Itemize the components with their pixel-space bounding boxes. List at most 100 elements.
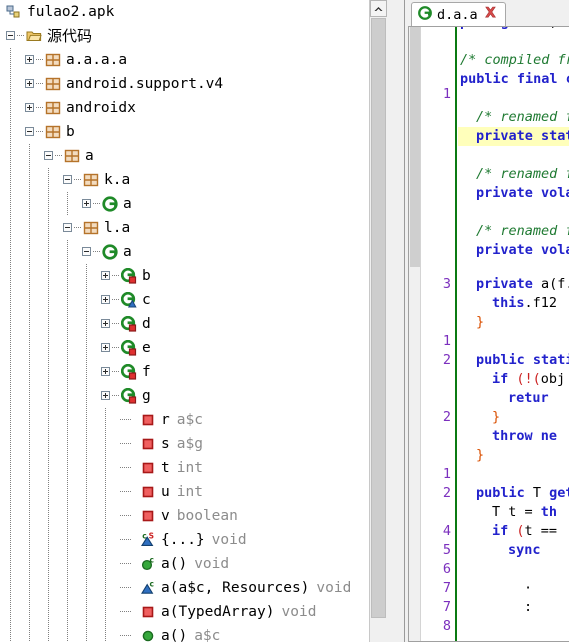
tree-expand-button[interactable]	[25, 55, 34, 64]
tree-guide-line	[29, 408, 30, 432]
code-line: throw ne	[458, 427, 557, 446]
tree-row[interactable]: c a() void	[0, 552, 386, 576]
tree-guide-line	[29, 360, 30, 384]
class-icon	[418, 5, 432, 24]
tree-expand-button[interactable]	[82, 199, 91, 208]
editor-left-scrollbar[interactable]	[409, 27, 421, 641]
left-gutter	[386, 0, 404, 642]
tree-expand-button[interactable]	[25, 103, 34, 112]
tree-collapse-button[interactable]	[25, 127, 34, 136]
tree-row[interactable]: f	[0, 360, 386, 384]
class-icon	[102, 196, 118, 212]
tree-item-label: v boolean	[161, 504, 238, 528]
tree-collapse-button[interactable]	[44, 151, 53, 160]
tree-row[interactable]: c	[0, 288, 386, 312]
tree-row[interactable]: androidx	[0, 96, 386, 120]
tree-guide-line	[48, 216, 49, 240]
tree-row[interactable]: c a(a$c, Resources) void	[0, 576, 386, 600]
tree-item-label: f	[142, 360, 151, 384]
tree-guide-line	[10, 168, 11, 192]
tree-guide-line	[105, 528, 106, 552]
code-line: /* renamed fr	[458, 165, 569, 184]
tree-row[interactable]: a	[0, 240, 386, 264]
close-icon[interactable]	[483, 5, 498, 24]
tree-guide-line	[29, 528, 30, 552]
tree-guide-line	[67, 312, 68, 336]
method-private-icon	[140, 604, 156, 620]
line-number: 2	[442, 409, 451, 425]
tree-row[interactable]: a.a.a.a	[0, 48, 386, 72]
tree-guide-line	[10, 600, 11, 624]
tree-expand-button[interactable]	[101, 367, 110, 376]
tree-guide-line	[10, 336, 11, 360]
tree-row[interactable]: t int	[0, 456, 386, 480]
line-number: 1	[442, 333, 451, 349]
field-private-icon	[142, 438, 154, 450]
tree-expand-button[interactable]	[101, 343, 110, 352]
tree-row[interactable]: android.support.v4	[0, 72, 386, 96]
tree-row[interactable]: r a$c	[0, 408, 386, 432]
tree-row[interactable]: b	[0, 264, 386, 288]
tree-item-label: d	[142, 312, 151, 336]
tree-row[interactable]: b	[0, 120, 386, 144]
tree-connector	[112, 299, 120, 300]
tree-guide-line	[10, 432, 11, 456]
tree-guide-line	[86, 312, 87, 336]
chevron-up-icon	[374, 6, 383, 11]
tree-item-label: u int	[161, 480, 203, 504]
tree-item-name: a()	[161, 556, 188, 572]
class-icon	[102, 196, 118, 212]
tree-vertical-scrollbar[interactable]	[369, 0, 387, 642]
code-token: private stati	[476, 128, 569, 144]
tree-item-label: {...} void	[161, 528, 247, 552]
tree-row[interactable]: a	[0, 192, 386, 216]
tree-connector	[112, 371, 120, 372]
tree-guide-line	[86, 288, 87, 312]
tree-item-label: 源代码	[47, 24, 92, 49]
tree-row[interactable]: a(TypedArray) void	[0, 600, 386, 624]
tree-row[interactable]: k.a	[0, 168, 386, 192]
tree-item-type: a$g	[176, 436, 203, 452]
editor-tab-d-a-a[interactable]: d.a.a	[411, 2, 506, 26]
tree-item-name: a.a.a.a	[66, 52, 128, 68]
editor-scrollbar-thumb[interactable]	[410, 27, 420, 267]
tree-row[interactable]: c S {...} void	[0, 528, 386, 552]
tree-guide-line	[10, 48, 11, 72]
code-line: sync	[458, 541, 541, 560]
tree-guide-line	[86, 576, 87, 600]
tree-row[interactable]: a() a$c	[0, 624, 386, 642]
tree-guide-line	[86, 264, 87, 288]
tree-expand-button[interactable]	[101, 271, 110, 280]
tree-collapse-button[interactable]	[82, 247, 91, 256]
tree-guide-line	[67, 576, 68, 600]
tree-connector	[36, 83, 44, 84]
tree-expand-button[interactable]	[101, 319, 110, 328]
tree-expand-button[interactable]	[101, 391, 110, 400]
code-text-area[interactable]: package d.a; /* compiled from public final…	[458, 27, 569, 641]
tree-row[interactable]: a	[0, 144, 386, 168]
tree-row[interactable]: d	[0, 312, 386, 336]
code-line: /* renamed fr	[458, 222, 569, 241]
tree-row[interactable]: g	[0, 384, 386, 408]
tree-row[interactable]: l.a	[0, 216, 386, 240]
tree-row[interactable]: s a$g	[0, 432, 386, 456]
tree-row[interactable]: fulao2.apk	[0, 0, 386, 24]
tree-row[interactable]: e	[0, 336, 386, 360]
tree-expand-button[interactable]	[25, 79, 34, 88]
tree-guide-line	[10, 240, 11, 264]
code-editor[interactable]: 1 3 1 2 2 1 2 4 5 6 7 7 8 package d.a; /* compiled fr…	[408, 26, 569, 642]
tree-connector	[55, 155, 63, 156]
tree-viewport[interactable]: fulao2.apk 源代码 a.a.a.a android.support.v4 an…	[0, 0, 386, 642]
tree-expand-button[interactable]	[101, 295, 110, 304]
tree-collapse-button[interactable]	[63, 175, 72, 184]
tree-row[interactable]: 源代码	[0, 24, 386, 48]
tree-scrollbar-thumb[interactable]	[371, 18, 386, 618]
tree-row[interactable]: u int	[0, 480, 386, 504]
tree-row[interactable]: v boolean	[0, 504, 386, 528]
tree-collapse-button[interactable]	[63, 223, 72, 232]
tree-guide-line	[67, 504, 68, 528]
tree-item-type: boolean	[176, 508, 238, 524]
package-icon	[64, 149, 80, 163]
tree-collapse-button[interactable]	[6, 31, 15, 40]
scroll-up-arrow-icon[interactable]	[370, 0, 387, 17]
